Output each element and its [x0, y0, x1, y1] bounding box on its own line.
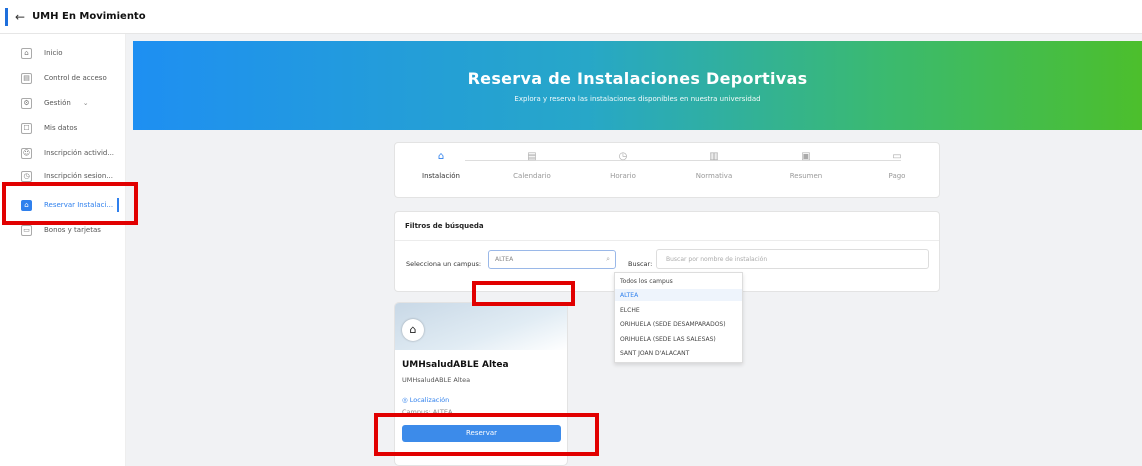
campus-label: Selecciona un campus: — [406, 260, 482, 268]
calendar-icon: ▤ — [21, 72, 32, 84]
campus-select[interactable]: ALTEA ⌕ — [488, 250, 616, 269]
chevron-down-icon: ⌄ — [82, 99, 89, 107]
clock-icon: ◷ — [618, 151, 628, 162]
settings-icon: ⚙ — [21, 97, 32, 109]
campus-dropdown: Todos los campus ALTEA ELCHE ORIHUELA (S… — [614, 272, 743, 363]
document-icon: ▥ — [709, 151, 719, 162]
step-label: Resumen — [789, 172, 823, 180]
pin-icon: ◎ — [402, 396, 410, 404]
card-title: UMHsaludABLE Altea — [402, 360, 509, 370]
step-normativa[interactable]: ▥ Normativa — [674, 151, 754, 180]
step-label: Horario — [610, 172, 636, 180]
step-instalacion[interactable]: ⌂ Instalación — [401, 151, 481, 180]
banner-subtitle: Explora y reserva las instalaciones disp… — [514, 95, 761, 103]
sidebar-item-gestion[interactable]: ⚙ Gestión ⌄ — [0, 92, 126, 114]
card-subtitle: UMHsaludABLE Altea — [402, 376, 471, 384]
divider — [395, 240, 939, 241]
campus-select-value: ALTEA — [495, 256, 514, 263]
step-horario[interactable]: ◷ Horario — [583, 151, 663, 180]
reserve-button[interactable]: Reservar — [402, 425, 561, 442]
campus-option[interactable]: ORIHUELA (SEDE LAS SALESAS) — [620, 336, 716, 343]
person-icon: ☺ — [21, 147, 32, 159]
campus-option[interactable]: ORIHUELA (SEDE DESAMPARADOS) — [620, 321, 726, 328]
sidebar-item-label: Bonos y tarjetas — [44, 226, 101, 234]
sidebar-item-label: Mis datos — [44, 124, 78, 132]
search-label: Buscar: — [628, 260, 653, 268]
sidebar-item-label: Reservar Instalaci... — [44, 201, 114, 209]
card-icon: ▭ — [892, 151, 902, 162]
step-calendario[interactable]: ▤ Calendario — [492, 151, 572, 180]
sidebar: ⌂ Inicio ▤ Control de acceso ⚙ Gestión ⌄… — [0, 34, 126, 466]
home-icon: ⌂ — [402, 319, 424, 341]
arrow-left-icon[interactable]: ← — [15, 10, 25, 24]
filters-title: Filtros de búsqueda — [405, 222, 484, 230]
search-icon: ⌕ — [606, 255, 610, 263]
sidebar-item-reservar-instalaciones[interactable]: ⌂ Reservar Instalaci... — [0, 194, 126, 216]
home-icon: ⌂ — [437, 151, 445, 162]
home-icon: ⌂ — [21, 47, 32, 59]
location-label: Localización — [409, 396, 450, 404]
topbar-accent — [5, 7, 8, 26]
step-label: Instalación — [422, 172, 460, 180]
sidebar-item-label: Gestión — [44, 99, 71, 107]
step-label: Normativa — [695, 172, 733, 180]
campus-option-selected[interactable]: ALTEA — [620, 292, 638, 299]
campus-option[interactable]: ELCHE — [620, 307, 640, 314]
card-icon: ▭ — [21, 224, 32, 236]
sidebar-item-label: Inscripción sesion... — [44, 172, 113, 180]
campus-option[interactable]: Todos los campus — [620, 278, 673, 285]
sidebar-item-inscripcion-sesiones[interactable]: ◷ Inscripción sesion... — [0, 165, 126, 187]
step-label: Calendario — [513, 172, 551, 180]
search-input[interactable]: Buscar por nombre de instalación — [656, 249, 929, 269]
app-title: UMH En Movimiento — [32, 11, 146, 22]
sidebar-item-label: Control de acceso — [44, 74, 107, 82]
sidebar-item-inicio[interactable]: ⌂ Inicio — [0, 42, 126, 64]
card-campus: Campus: ALTEA — [402, 408, 453, 416]
sidebar-item-control-acceso[interactable]: ▤ Control de acceso — [0, 67, 126, 89]
hero-banner: Reserva de Instalaciones Deportivas Expl… — [133, 41, 1142, 130]
sidebar-item-bonos-tarjetas[interactable]: ▭ Bonos y tarjetas — [0, 219, 126, 241]
banner-title: Reserva de Instalaciones Deportivas — [467, 69, 808, 88]
sidebar-item-mis-datos[interactable]: ☐ Mis datos — [0, 117, 126, 139]
sidebar-item-inscripcion-actividades[interactable]: ☺ Inscripción activid... — [0, 142, 126, 164]
booking-stepper: ⌂ Instalación ▤ Calendario ◷ Horario ▥ N… — [394, 142, 940, 198]
search-placeholder: Buscar por nombre de instalación — [666, 256, 768, 263]
active-indicator — [117, 198, 119, 212]
receipt-icon: ▣ — [801, 151, 811, 162]
sidebar-item-label: Inicio — [44, 49, 63, 57]
step-resumen[interactable]: ▣ Resumen — [766, 151, 846, 180]
step-label: Pago — [888, 172, 906, 180]
campus-option[interactable]: SANT JOAN D'ALACANT — [620, 350, 689, 357]
clock-icon: ◷ — [21, 170, 32, 182]
user-card-icon: ☐ — [21, 122, 32, 134]
location-link[interactable]: ◎ Localización — [402, 396, 449, 404]
top-bar: ← UMH En Movimiento — [0, 0, 1142, 34]
main-content: Reserva de Instalaciones Deportivas Expl… — [126, 34, 1142, 466]
sidebar-item-label: Inscripción activid... — [44, 149, 115, 157]
step-pago[interactable]: ▭ Pago — [857, 151, 937, 180]
home-icon: ⌂ — [21, 199, 32, 211]
calendar-icon: ▤ — [527, 151, 537, 162]
